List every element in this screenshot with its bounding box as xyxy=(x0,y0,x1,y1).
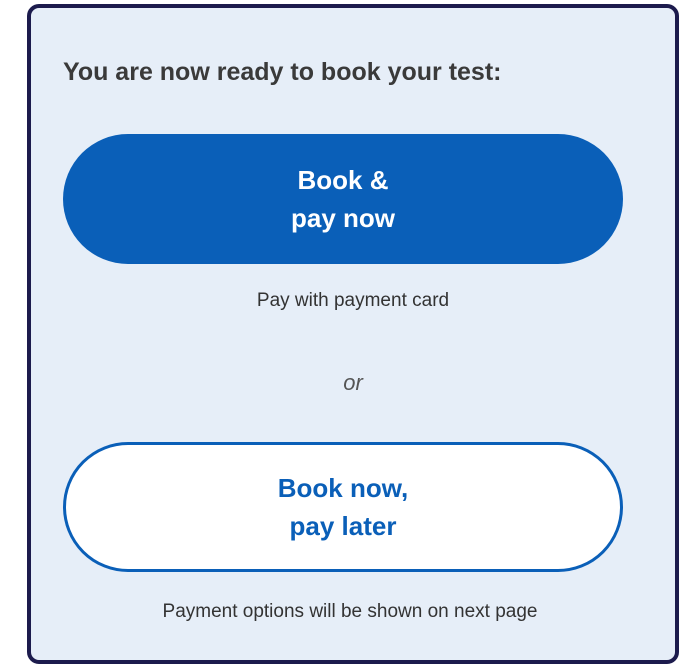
book-and-pay-now-button[interactable]: Book & pay now xyxy=(63,134,623,264)
pay-now-caption: Pay with payment card xyxy=(256,290,450,311)
book-now-pay-later-button[interactable]: Book now, pay later xyxy=(63,442,623,572)
pay-later-caption: Payment options will be shown on next pa… xyxy=(162,601,538,622)
book-and-pay-now-label-line1: Book & xyxy=(297,165,389,195)
booking-heading: You are now ready to book your test: xyxy=(63,58,502,86)
book-and-pay-now-label-line2: pay now xyxy=(290,203,395,233)
or-separator: or xyxy=(343,370,363,395)
booking-panel: You are now ready to book your test: Boo… xyxy=(27,4,679,664)
book-now-pay-later-label-line2: pay later xyxy=(289,511,397,541)
book-now-pay-later-label-line1: Book now, xyxy=(277,473,409,503)
